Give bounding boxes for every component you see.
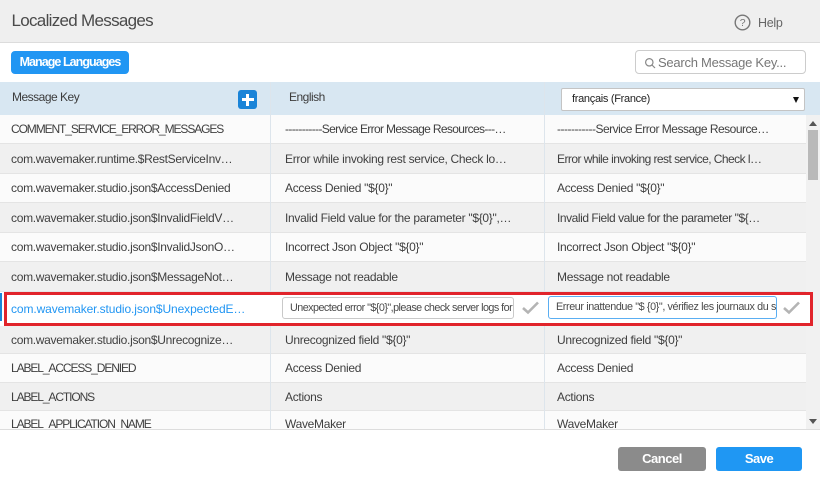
svg-text:?: ? [740,17,746,29]
